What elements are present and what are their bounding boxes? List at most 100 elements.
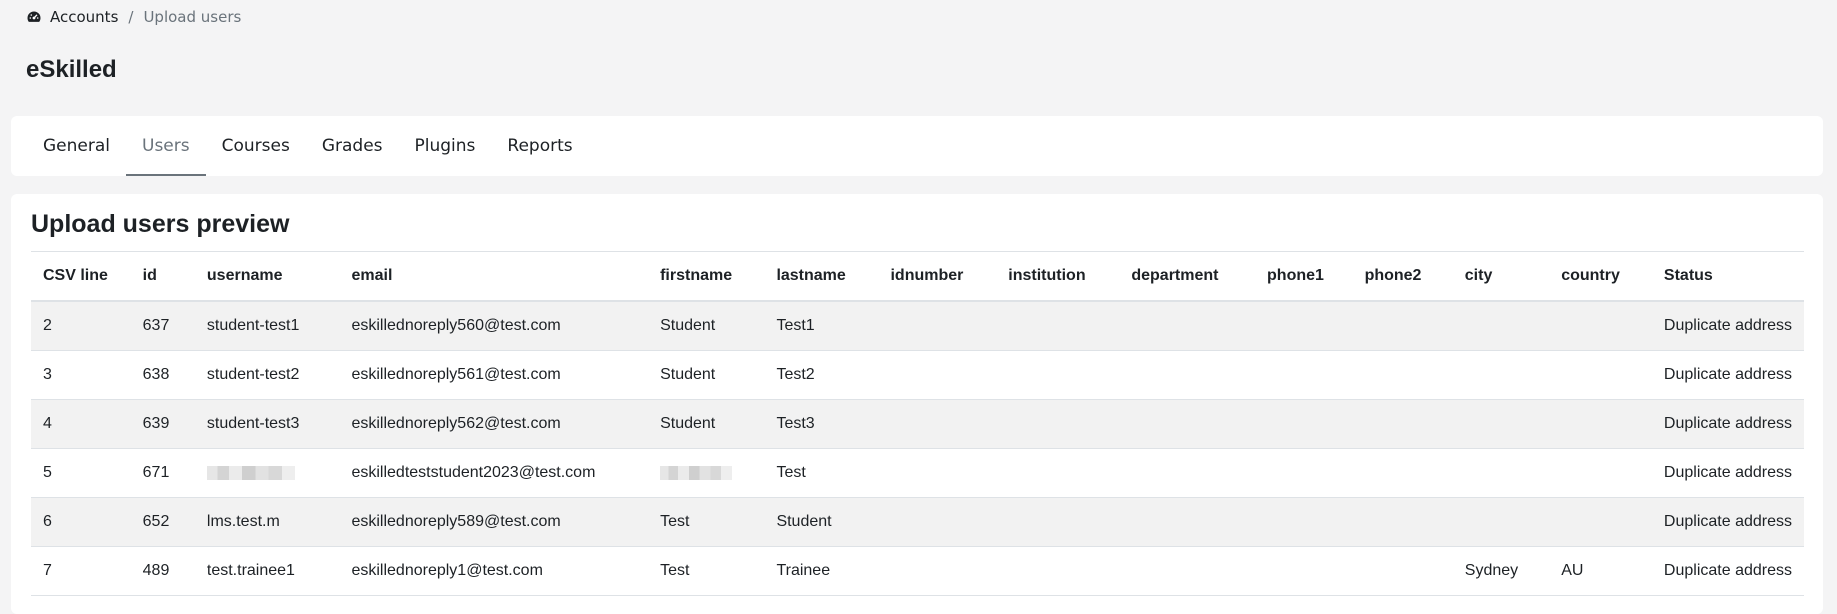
cell-status: Duplicate address xyxy=(1651,301,1804,351)
cell-status: Duplicate address xyxy=(1651,350,1804,400)
cell-institution xyxy=(996,350,1120,400)
tab-list: General Users Courses Grades Plugins Rep… xyxy=(27,116,1823,176)
cell-lastname: Test1 xyxy=(764,301,879,351)
cell-email: eskillednoreply589@test.com xyxy=(339,497,649,547)
column-header-username: username xyxy=(194,251,340,302)
page-title: eSkilled xyxy=(26,56,117,83)
cell-email: eskillednoreply560@test.com xyxy=(339,301,649,351)
cell-institution xyxy=(996,546,1120,596)
cell-phone2 xyxy=(1352,497,1453,547)
cell-phone1 xyxy=(1255,546,1353,596)
cell-csv-line: 2 xyxy=(31,301,131,351)
cell-city xyxy=(1452,448,1550,498)
cell-username: student-test3 xyxy=(194,399,340,449)
cell-phone2 xyxy=(1352,448,1453,498)
cell-phone1 xyxy=(1255,448,1353,498)
cell-csv-line: 7 xyxy=(31,546,131,596)
cell-status: Duplicate address xyxy=(1651,448,1804,498)
tab-courses[interactable]: Courses xyxy=(206,116,306,176)
cell-department xyxy=(1119,448,1256,498)
cell-idnumber xyxy=(878,497,997,547)
table-row: 6 652 lms.test.m eskillednoreply589@test.co… xyxy=(31,497,1804,547)
cell-department xyxy=(1119,546,1256,596)
cell-country xyxy=(1549,350,1652,400)
cell-id: 652 xyxy=(130,497,195,547)
cell-phone2 xyxy=(1352,350,1453,400)
column-header-phone2: phone2 xyxy=(1352,251,1453,302)
column-header-lastname: lastname xyxy=(764,251,879,302)
cell-lastname: Test xyxy=(764,448,879,498)
cell-idnumber xyxy=(878,448,997,498)
cell-lastname: Student xyxy=(764,497,879,547)
column-header-email: email xyxy=(339,251,649,302)
cell-institution xyxy=(996,301,1120,351)
column-header-csv-line: CSV line xyxy=(31,251,131,302)
cell-status: Duplicate address xyxy=(1651,546,1804,596)
table-body: 2 637 student-test1 eskillednoreply560@test… xyxy=(31,301,1804,596)
cell-csv-line: 5 xyxy=(31,448,131,498)
cell-institution xyxy=(996,497,1120,547)
cell-firstname xyxy=(648,448,765,498)
column-header-firstname: firstname xyxy=(648,251,765,302)
cell-lastname: Test2 xyxy=(764,350,879,400)
table-row: 5 671 eskilledteststudent2023@test.com Test… xyxy=(31,448,1804,498)
secondary-navigation: General Users Courses Grades Plugins Rep… xyxy=(11,116,1823,176)
breadcrumb: Accounts / Upload users xyxy=(26,8,241,26)
cell-firstname: Student xyxy=(648,399,765,449)
cell-department xyxy=(1119,497,1256,547)
cell-city xyxy=(1452,497,1550,547)
cell-id: 638 xyxy=(130,350,195,400)
redacted-value xyxy=(206,465,295,480)
column-header-institution: institution xyxy=(996,251,1120,302)
cell-phone1 xyxy=(1255,350,1353,400)
cell-department xyxy=(1119,399,1256,449)
cell-username: test.trainee1 xyxy=(194,546,340,596)
cell-username: student-test1 xyxy=(194,301,340,351)
preview-panel: Upload users preview CSV line id username e… xyxy=(11,194,1823,614)
cell-phone2 xyxy=(1352,399,1453,449)
cell-status: Duplicate address xyxy=(1651,399,1804,449)
column-header-id: id xyxy=(130,251,195,302)
table-row: 4 639 student-test3 eskillednoreply562@test… xyxy=(31,399,1804,449)
cell-phone1 xyxy=(1255,497,1353,547)
section-title: Upload users preview xyxy=(31,210,290,238)
cell-country: AU xyxy=(1549,546,1652,596)
tab-users[interactable]: Users xyxy=(126,116,206,176)
cell-username: student-test2 xyxy=(194,350,340,400)
cell-idnumber xyxy=(878,350,997,400)
column-header-phone1: phone1 xyxy=(1255,251,1353,302)
tab-grades[interactable]: Grades xyxy=(306,116,399,176)
cell-phone1 xyxy=(1255,301,1353,351)
cell-lastname: Test3 xyxy=(764,399,879,449)
tab-reports[interactable]: Reports xyxy=(491,116,588,176)
cell-csv-line: 6 xyxy=(31,497,131,547)
cell-city xyxy=(1452,399,1550,449)
cell-idnumber xyxy=(878,546,997,596)
table-row: 3 638 student-test2 eskillednoreply561@test… xyxy=(31,350,1804,400)
cell-phone2 xyxy=(1352,546,1453,596)
cell-email: eskilledteststudent2023@test.com xyxy=(339,448,649,498)
cell-username xyxy=(194,448,340,498)
cell-idnumber xyxy=(878,399,997,449)
cell-firstname: Test xyxy=(648,546,765,596)
cell-email: eskillednoreply561@test.com xyxy=(339,350,649,400)
cell-csv-line: 4 xyxy=(31,399,131,449)
column-header-idnumber: idnumber xyxy=(878,251,997,302)
cell-city: Sydney xyxy=(1452,546,1550,596)
tab-general[interactable]: General xyxy=(27,116,126,176)
cell-country xyxy=(1549,497,1652,547)
breadcrumb-separator: / xyxy=(128,8,134,26)
breadcrumb-accounts-link[interactable]: Accounts xyxy=(50,8,118,26)
cell-city xyxy=(1452,301,1550,351)
cell-lastname: Trainee xyxy=(764,546,879,596)
cell-firstname: Student xyxy=(648,301,765,351)
column-header-status: Status xyxy=(1651,251,1804,302)
column-header-department: department xyxy=(1119,251,1256,302)
cell-idnumber xyxy=(878,301,997,351)
cell-phone1 xyxy=(1255,399,1353,449)
tab-plugins[interactable]: Plugins xyxy=(399,116,492,176)
cell-id: 489 xyxy=(130,546,195,596)
cell-firstname: Student xyxy=(648,350,765,400)
cell-department xyxy=(1119,301,1256,351)
cell-id: 639 xyxy=(130,399,195,449)
